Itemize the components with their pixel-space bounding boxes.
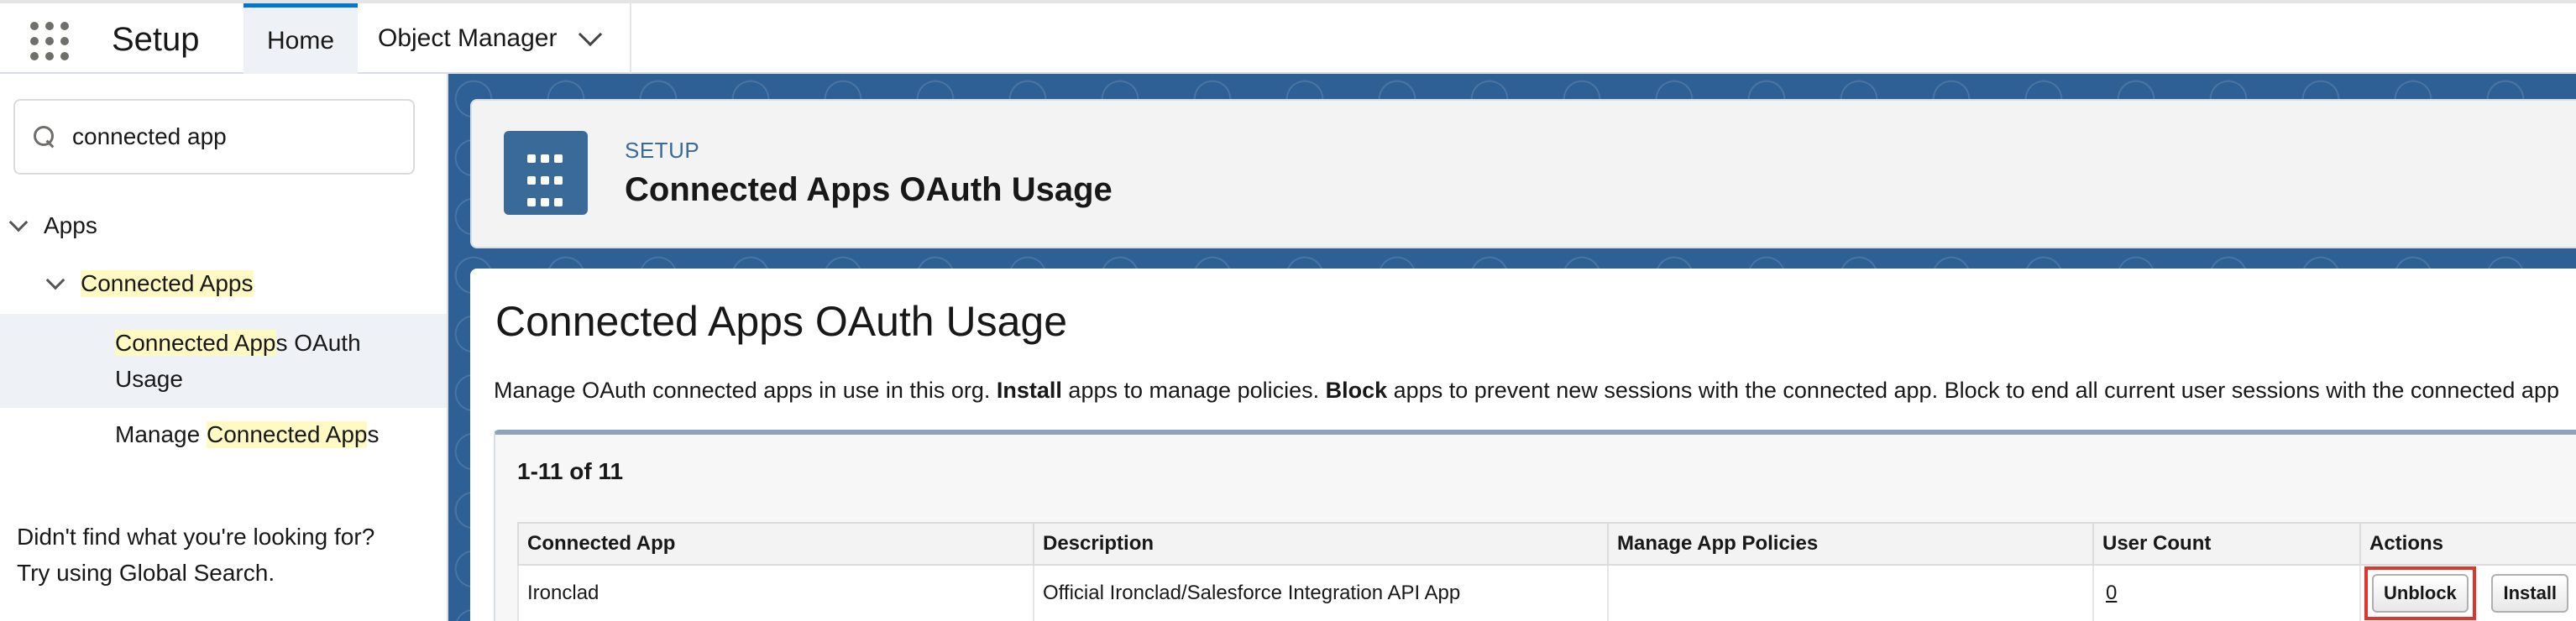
tree-item-oauth-usage[interactable]: Connected Apps OAuth Usage bbox=[0, 314, 447, 408]
intro-bold: Block bbox=[1325, 378, 1388, 403]
quick-find bbox=[13, 99, 415, 175]
chevron-down-icon[interactable] bbox=[8, 212, 29, 232]
global-header: Setup Home Object Manager bbox=[0, 0, 2576, 74]
column-header: Actions bbox=[2359, 522, 2576, 566]
tree-item-apps-label: Apps bbox=[44, 212, 97, 238]
column-header: Description bbox=[1033, 522, 1609, 566]
unblock-button[interactable]: Unblock bbox=[2372, 574, 2469, 613]
app-name: Setup bbox=[112, 21, 200, 58]
cell-connected-app: Ironclad bbox=[517, 564, 1034, 621]
column-header: User Count bbox=[2092, 522, 2361, 566]
intro-part: apps to prevent new sessions with the co… bbox=[1387, 378, 2559, 403]
search-highlight: Connected App bbox=[115, 330, 276, 356]
cell-description: Official Ironclad/Salesforce Integration… bbox=[1033, 564, 1609, 621]
table-header-row: Connected App Description Manage App Pol… bbox=[517, 522, 2576, 566]
table-row: Ironclad Official Ironclad/Salesforce In… bbox=[517, 564, 2576, 621]
search-highlight: Connected App bbox=[206, 421, 368, 448]
install-button[interactable]: Install bbox=[2491, 574, 2569, 613]
chevron-down-icon[interactable] bbox=[45, 270, 65, 290]
column-header: Connected App bbox=[517, 522, 1034, 566]
cell-user-count: 0 bbox=[2092, 564, 2361, 621]
setup-sidebar: Apps Connected Apps Connected Apps OAuth… bbox=[0, 74, 448, 621]
label-part: s bbox=[367, 421, 380, 447]
intro-part: Manage OAuth connected apps in use in th… bbox=[494, 378, 997, 403]
tree-item-apps[interactable]: Apps bbox=[0, 212, 447, 239]
tab-home-label: Home bbox=[266, 26, 335, 55]
apps-table: Connected App Description Manage App Pol… bbox=[517, 522, 2576, 621]
intro-text: Manage OAuth connected apps in use in th… bbox=[494, 378, 2559, 404]
record-count: 1-11 of 11 bbox=[517, 458, 624, 484]
intro-part: apps to manage policies. bbox=[1061, 378, 1326, 403]
user-count-link[interactable]: 0 bbox=[2102, 582, 2117, 604]
content-title: Connected Apps OAuth Usage bbox=[495, 298, 1068, 345]
tree-item-connected-apps[interactable]: Connected Apps bbox=[0, 270, 447, 297]
tab-object-manager[interactable]: Object Manager bbox=[358, 3, 631, 74]
tree-item-oauth-usage-label: Connected Apps OAuth Usage bbox=[115, 325, 361, 397]
no-results-help: Didn't find what you're looking for? Try… bbox=[17, 519, 374, 591]
page-header: SETUP Connected Apps OAuth Usage bbox=[470, 99, 2576, 248]
main-content: SETUP Connected Apps OAuth Usage Connect… bbox=[448, 74, 2576, 621]
page-title: Connected Apps OAuth Usage bbox=[625, 171, 1113, 208]
chevron-down-icon[interactable] bbox=[579, 22, 603, 47]
apps-list: 1-11 of 11 Connected App Description Man… bbox=[494, 430, 2576, 621]
highlight-box: Unblock bbox=[2364, 566, 2476, 620]
help-line: Try using Global Search. bbox=[17, 560, 275, 586]
label-part: Usage bbox=[115, 366, 183, 392]
app-launcher-icon[interactable] bbox=[30, 22, 69, 60]
search-icon bbox=[34, 126, 55, 148]
cell-actions: Unblock Install bbox=[2359, 564, 2576, 621]
tab-home[interactable]: Home bbox=[243, 3, 358, 74]
label-part: Manage bbox=[115, 421, 207, 447]
label-part: s OAuth bbox=[275, 330, 361, 356]
column-header: Manage App Policies bbox=[1607, 522, 2094, 566]
cell-manage-policies bbox=[1607, 564, 2094, 621]
search-highlight: Connected Apps bbox=[81, 270, 254, 297]
tab-object-manager-label: Object Manager bbox=[378, 24, 558, 52]
help-line: Didn't find what you're looking for? bbox=[17, 524, 375, 550]
content-card: Connected Apps OAuth Usage Manage OAuth … bbox=[470, 269, 2576, 621]
page-eyebrow: SETUP bbox=[625, 138, 700, 163]
tree-item-manage-connected-apps[interactable]: Manage Connected App s bbox=[0, 421, 447, 448]
quick-find-input[interactable] bbox=[72, 123, 400, 150]
intro-bold: Install bbox=[996, 378, 1062, 403]
app-launcher-icon bbox=[504, 131, 588, 215]
